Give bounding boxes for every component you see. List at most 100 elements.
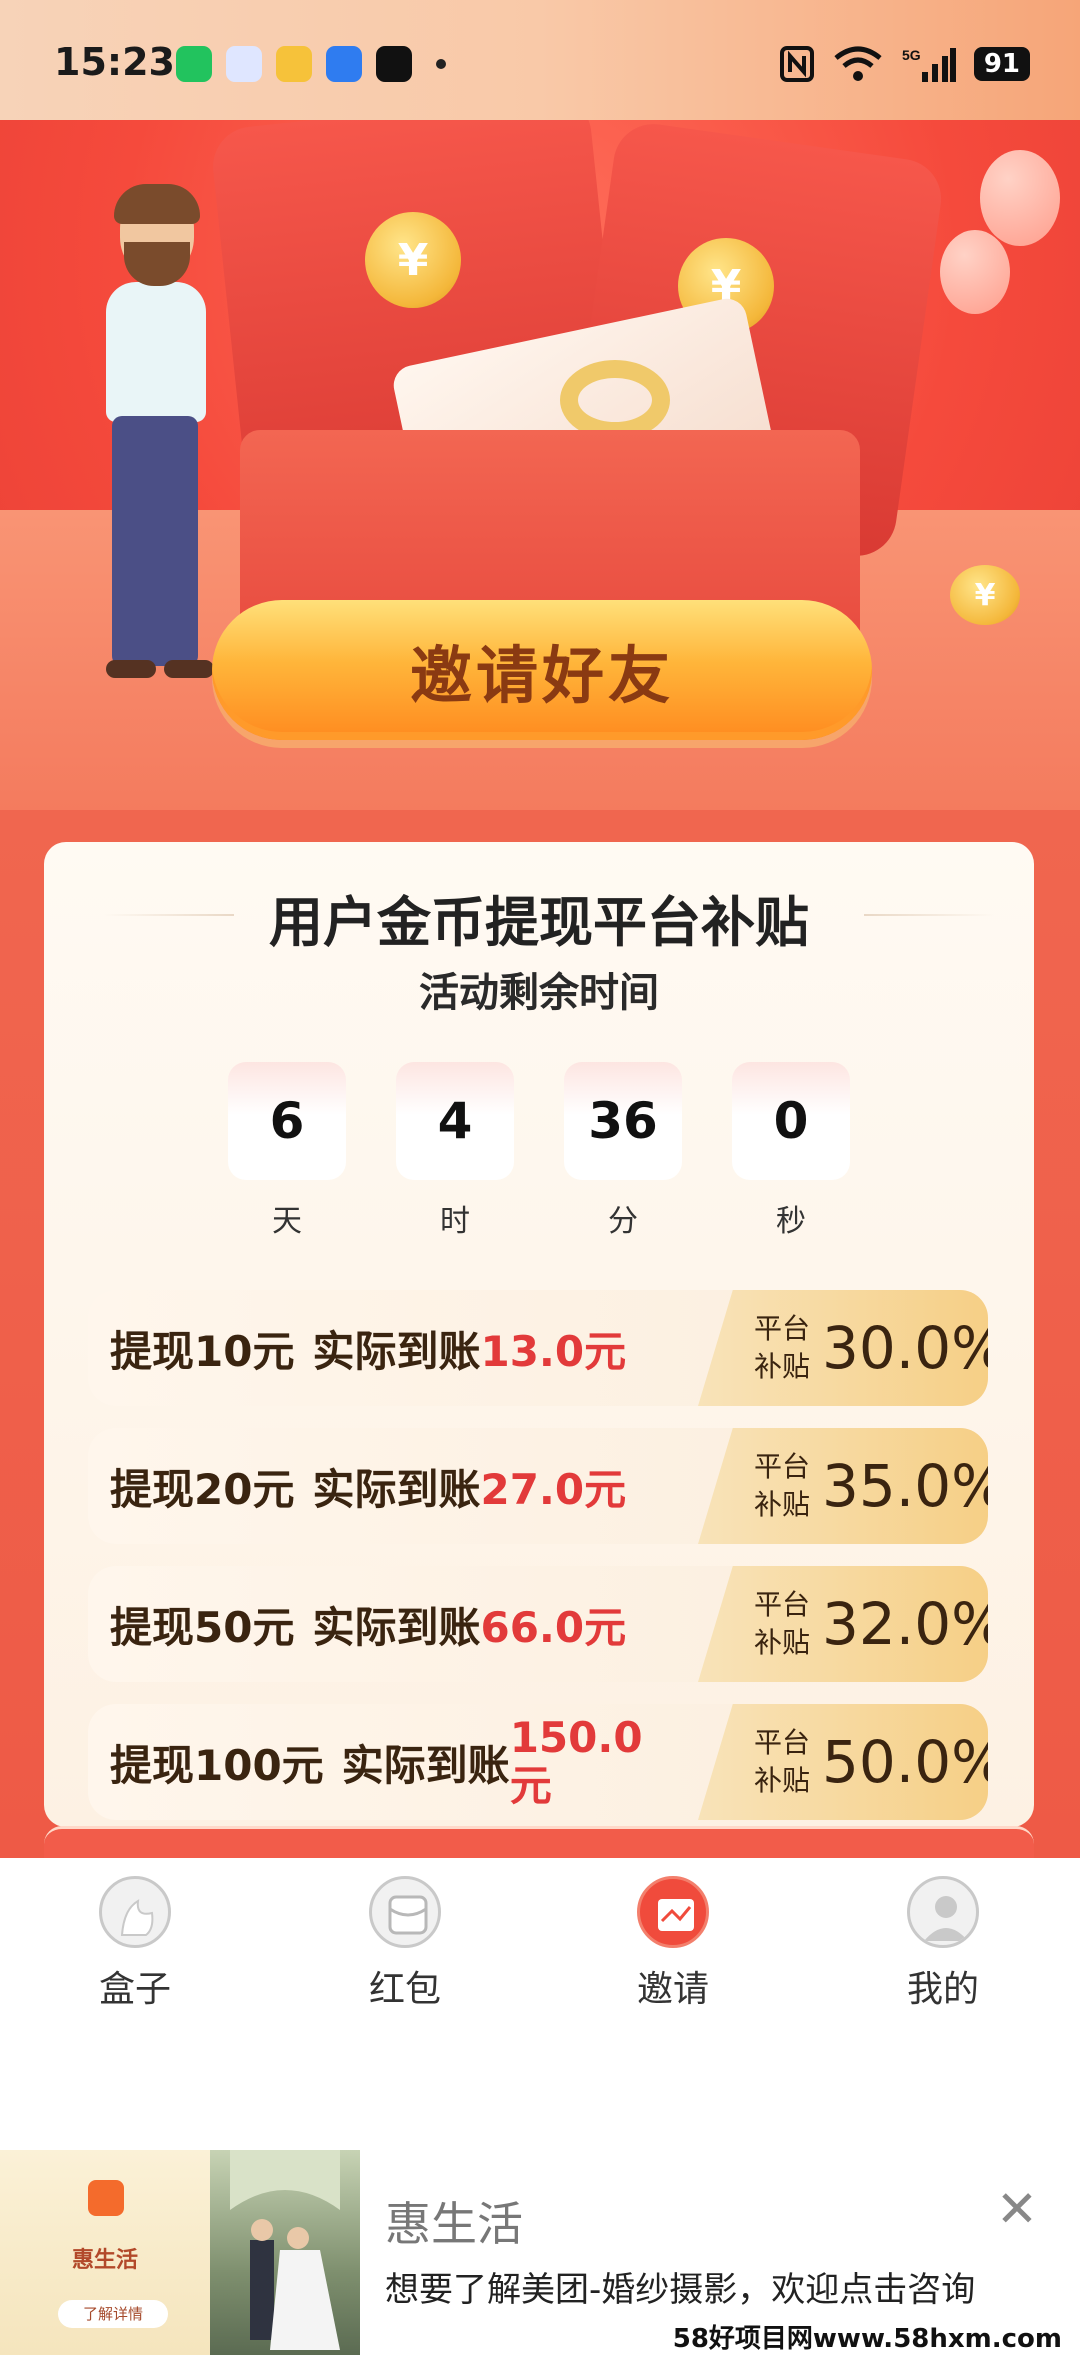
ad-thumbnail-photo [210,2145,360,2355]
countdown-hours: 4 时 [396,1062,514,1240]
received-amount: 66.0元 [480,1602,627,1652]
invite-friends-label: 邀请好友 [409,639,674,712]
received-amount: 27.0元 [480,1464,627,1514]
close-icon[interactable]: ✕ [996,2180,1038,2238]
subsidy-label: 补贴 [753,1488,810,1521]
status-indicators: 5G 91 [779,46,1030,82]
ad-title: 惠生活 [385,2197,523,2251]
ad-brand-name: 惠生活 [71,2248,138,2273]
subsidy-label: 补贴 [753,1350,810,1383]
ad-learn-more-button[interactable]: 了解详情 [58,2300,168,2328]
profile-icon [907,1876,979,1948]
withdraw-option-100[interactable]: 提现100元 实际到账 150.0元 平台补贴 50.0% [88,1704,988,1820]
watermark: 58好项目网www.58hxm.com [672,2318,1062,2355]
subsidy-label: 补贴 [753,1764,810,1797]
subsidy-label: 补贴 [753,1626,810,1659]
balloon-decoration [980,150,1060,246]
subsidy-badge: 平台补贴 50.0% [698,1704,988,1820]
tab-profile[interactable]: 我的 [868,1876,1018,2012]
withdraw-option-20[interactable]: 提现20元 实际到账 27.0元 平台补贴 35.0% [88,1428,988,1544]
wifi-icon [834,46,882,81]
battery-level: 91 [973,47,1030,81]
subsidy-percent: 30.0% [822,1314,988,1382]
balloon-decoration [940,230,1010,314]
received-label: 实际到账 [341,1740,510,1790]
svg-text:5G: 5G [902,47,921,63]
countdown-minutes: 36 分 [564,1062,682,1240]
nfc-icon [779,46,814,82]
app-logo-icon [88,2180,124,2216]
subsidy-label: 平台 [753,1312,810,1345]
tab-red-envelope[interactable]: 红包 [330,1876,480,2012]
red-envelope-icon [369,1876,441,1948]
countdown-unit: 时 [440,1204,470,1239]
countdown-days: 6 天 [228,1062,346,1240]
subsidy-percent: 35.0% [822,1452,988,1520]
invite-friends-button[interactable]: 邀请好友 [212,600,872,740]
tab-invite[interactable]: 邀请 [598,1876,748,2012]
tab-box[interactable]: 盒子 [60,1876,210,2012]
countdown-unit: 分 [608,1204,638,1239]
hero-banner: ¥ ¥ ¥ 邀请好友 [0,120,1080,810]
withdraw-amount: 提现50元 [110,1602,295,1652]
countdown-value: 4 [396,1062,514,1180]
received-label: 实际到账 [312,1326,481,1376]
character-pants [112,416,198,666]
status-app-icons [176,46,446,82]
card-title: 用户金币提现平台补贴 [269,891,809,954]
withdraw-option-10[interactable]: 提现10元 实际到账 13.0元 平台补贴 30.0% [88,1290,988,1406]
countdown-unit: 秒 [776,1204,806,1239]
ad-thumbnail-brand: 惠生活 了解详情 [0,2150,210,2355]
status-bar: 15:23 5G 91 [0,0,1080,120]
weibo-icon [276,46,312,82]
tab-label: 红包 [368,1969,441,2010]
character-hair [114,184,200,224]
box-icon [99,1876,171,1948]
countdown-value: 6 [228,1062,346,1180]
ad-banner[interactable]: 惠生活 了解详情 惠生活 想要了解美团-婚纱摄影，欢迎点击咨询 ✕ 58好项目网… [0,2145,1080,2355]
invite-icon [637,1876,709,1948]
bottom-tab-bar: 盒子 红包 邀请 我的 [0,1858,1080,2058]
received-amount: 150.0元 [509,1713,643,1810]
withdraw-amount: 提现100元 [110,1740,324,1790]
received-amount: 13.0元 [480,1326,627,1376]
withdraw-amount: 提现20元 [110,1464,295,1514]
subsidy-label: 平台 [753,1726,810,1759]
countdown-heading: 活动剩余时间 [419,970,659,1016]
message-icon [226,46,262,82]
wedding-photo [230,2145,340,2350]
subsidy-label: 平台 [753,1450,810,1483]
host-character [100,184,230,730]
subsidy-badge: 平台补贴 35.0% [698,1428,988,1544]
received-label: 实际到账 [312,1464,481,1514]
countdown-value: 36 [564,1062,682,1180]
tab-label: 邀请 [636,1969,709,2010]
character-beard [124,242,190,286]
received-label: 实际到账 [312,1602,481,1652]
countdown-unit: 天 [272,1204,302,1239]
withdraw-amount: 提现10元 [110,1326,295,1376]
ad-description: 想要了解美团-婚纱摄影，欢迎点击咨询 [385,2270,976,2310]
subsidy-percent: 50.0% [822,1728,988,1796]
subsidy-percent: 32.0% [822,1590,988,1658]
subsidy-badge: 平台补贴 30.0% [698,1290,988,1406]
status-time: 15:23 [54,40,175,84]
subsidy-card: 用户金币提现平台补贴 活动剩余时间 6 天 4 时 36 分 0 秒 提现10元… [44,842,1034,1827]
pinwheel-icon [326,46,362,82]
character-shirt [106,282,206,422]
tab-label: 盒子 [98,1969,171,2010]
signal-icon: 5G [902,47,956,82]
wechat-icon [176,46,212,82]
withdraw-option-50[interactable]: 提现50元 实际到账 66.0元 平台补贴 32.0% [88,1566,988,1682]
tiktok-icon [376,46,412,82]
coin-icon: ¥ [365,212,461,308]
ribbon-bow [560,360,670,440]
subsidy-badge: 平台补贴 32.0% [698,1566,988,1682]
more-notifications-dot [436,59,446,69]
character-shoe [164,660,214,678]
tab-label: 我的 [906,1969,979,2010]
coin-icon: ¥ [950,565,1020,625]
subsidy-label: 平台 [753,1588,810,1621]
countdown-seconds: 0 秒 [732,1062,850,1240]
character-shoe [106,660,156,678]
